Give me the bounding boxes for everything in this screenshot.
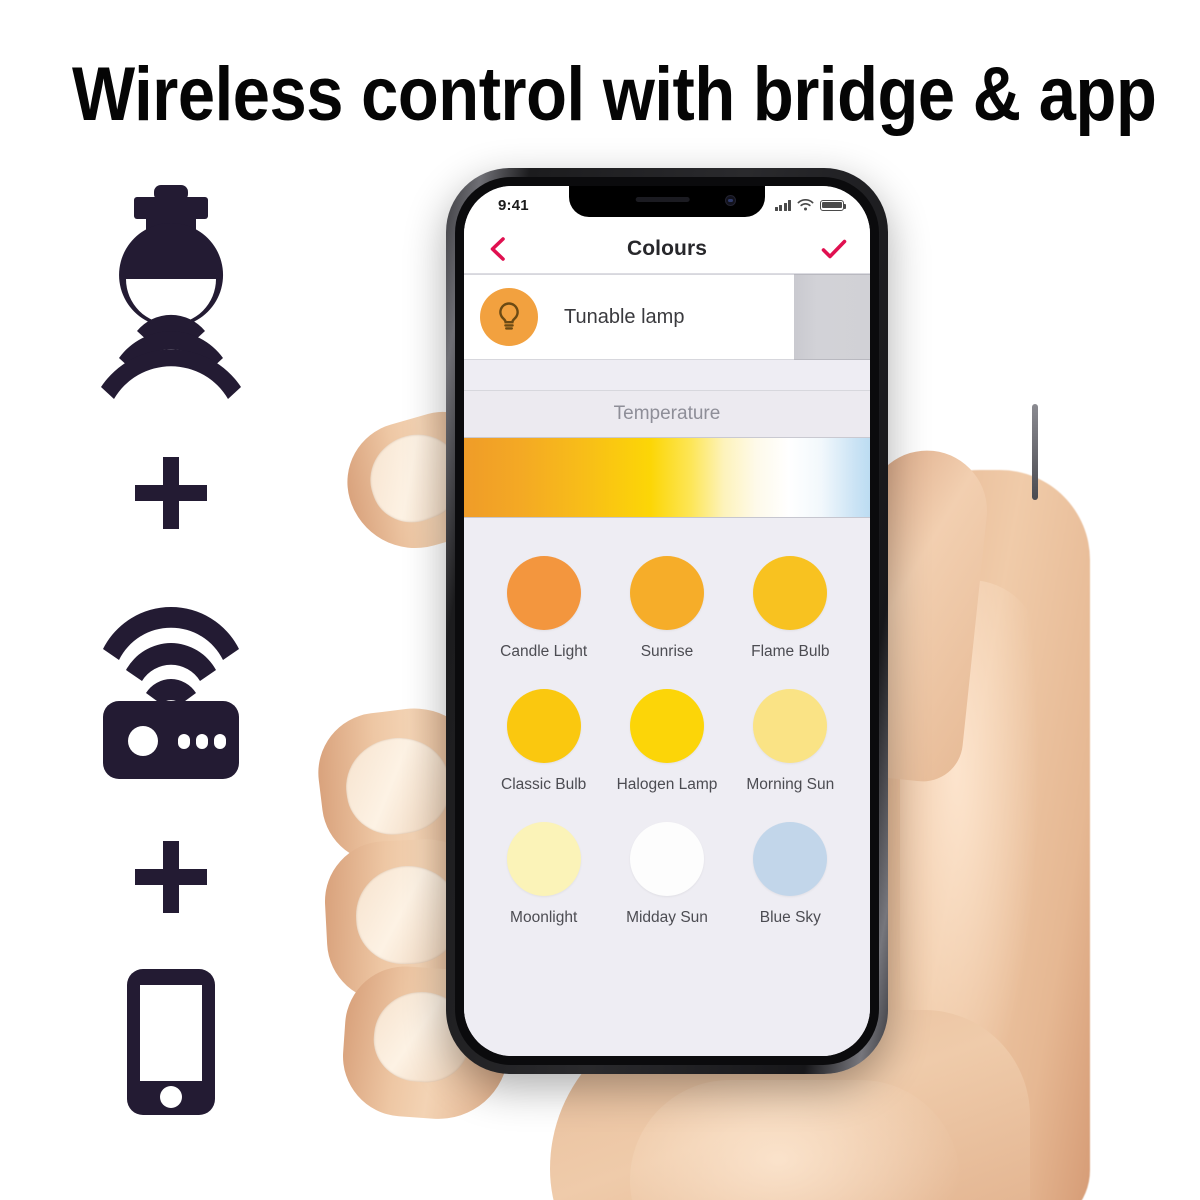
battery-icon <box>820 199 847 211</box>
nav-bar: Colours <box>464 224 870 274</box>
lamp-color-swatch <box>480 288 538 346</box>
preset-item[interactable]: Classic Bulb <box>482 689 605 794</box>
preset-label: Moonlight <box>510 909 578 926</box>
preset-row: Candle Light Sunrise Flame Bulb <box>482 556 852 661</box>
preset-item[interactable]: Candle Light <box>482 556 605 661</box>
poster-root: Wireless control with bridge & app 9:41 … <box>0 0 1200 1200</box>
preset-label: Halogen Lamp <box>616 776 718 793</box>
section-header-temperature: Temperature <box>464 390 870 438</box>
preset-label: Midday Sun <box>626 909 708 926</box>
phone-bezel: 9:41 Colours Tunable lamp Temperature Ca… <box>455 177 879 1065</box>
lamp-row-action-panel[interactable] <box>794 274 870 360</box>
section-gap <box>464 360 870 390</box>
hand-holding-phone: 9:41 Colours Tunable lamp Temperature Ca… <box>300 150 1090 1200</box>
preset-label: Morning Sun <box>746 776 835 793</box>
page-title: Wireless control with bridge & app <box>72 52 1157 137</box>
preset-item[interactable]: Halogen Lamp <box>605 689 728 794</box>
smartphone-device: 9:41 Colours Tunable lamp Temperature Ca… <box>446 168 1038 1074</box>
preset-item[interactable]: Morning Sun <box>729 689 852 794</box>
lamp-list-row[interactable]: Tunable lamp <box>464 274 870 360</box>
preset-item[interactable]: Midday Sun <box>605 822 728 927</box>
section-header-label: Temperature <box>613 403 721 424</box>
power-button[interactable] <box>1032 404 1038 500</box>
phone-screen: 9:41 Colours Tunable lamp Temperature Ca… <box>464 186 870 1056</box>
product-diagram-icons <box>78 175 264 1135</box>
preset-label: Candle Light <box>500 643 588 660</box>
preset-label: Flame Bulb <box>751 643 830 660</box>
preset-swatch[interactable] <box>753 556 828 630</box>
preset-item[interactable]: Flame Bulb <box>729 556 852 661</box>
earpiece-speaker-icon <box>635 197 690 202</box>
smartphone-icon <box>78 965 264 1119</box>
cellular-signal-icon <box>774 199 791 211</box>
page-header-title: Colours <box>626 236 708 260</box>
plus-icon <box>78 837 264 917</box>
lightbulb-icon <box>499 302 519 330</box>
preset-row: Moonlight Midday Sun Blue Sky <box>482 822 852 927</box>
preset-item[interactable]: Blue Sky <box>729 822 852 927</box>
lamp-name-label: Tunable lamp <box>564 305 685 328</box>
preset-label: Sunrise <box>640 643 694 660</box>
preset-label: Classic Bulb <box>501 776 587 793</box>
preset-label: Blue Sky <box>759 909 821 926</box>
preset-swatch[interactable] <box>506 822 581 896</box>
status-time: 9:41 <box>498 196 529 214</box>
preset-item[interactable]: Sunrise <box>605 556 728 661</box>
color-preset-grid: Candle Light Sunrise Flame Bulb Classic … <box>464 518 870 1056</box>
plus-icon <box>78 453 264 533</box>
preset-swatch[interactable] <box>506 689 581 763</box>
preset-swatch[interactable] <box>629 556 704 630</box>
front-camera-icon <box>726 196 735 205</box>
smart-bulb-wireless-icon <box>78 175 264 423</box>
notch <box>569 186 765 217</box>
preset-swatch[interactable] <box>753 822 828 896</box>
wifi-bridge-icon <box>78 595 264 781</box>
wifi-icon <box>797 199 814 211</box>
preset-item[interactable]: Moonlight <box>482 822 605 927</box>
preset-swatch[interactable] <box>629 689 704 763</box>
preset-row: Classic Bulb Halogen Lamp Morning Sun <box>482 689 852 794</box>
lamp-row-main[interactable]: Tunable lamp <box>464 274 794 360</box>
preset-swatch[interactable] <box>753 689 828 763</box>
preset-swatch[interactable] <box>506 556 581 630</box>
preset-swatch[interactable] <box>629 822 704 896</box>
temperature-gradient-slider[interactable] <box>464 438 870 518</box>
